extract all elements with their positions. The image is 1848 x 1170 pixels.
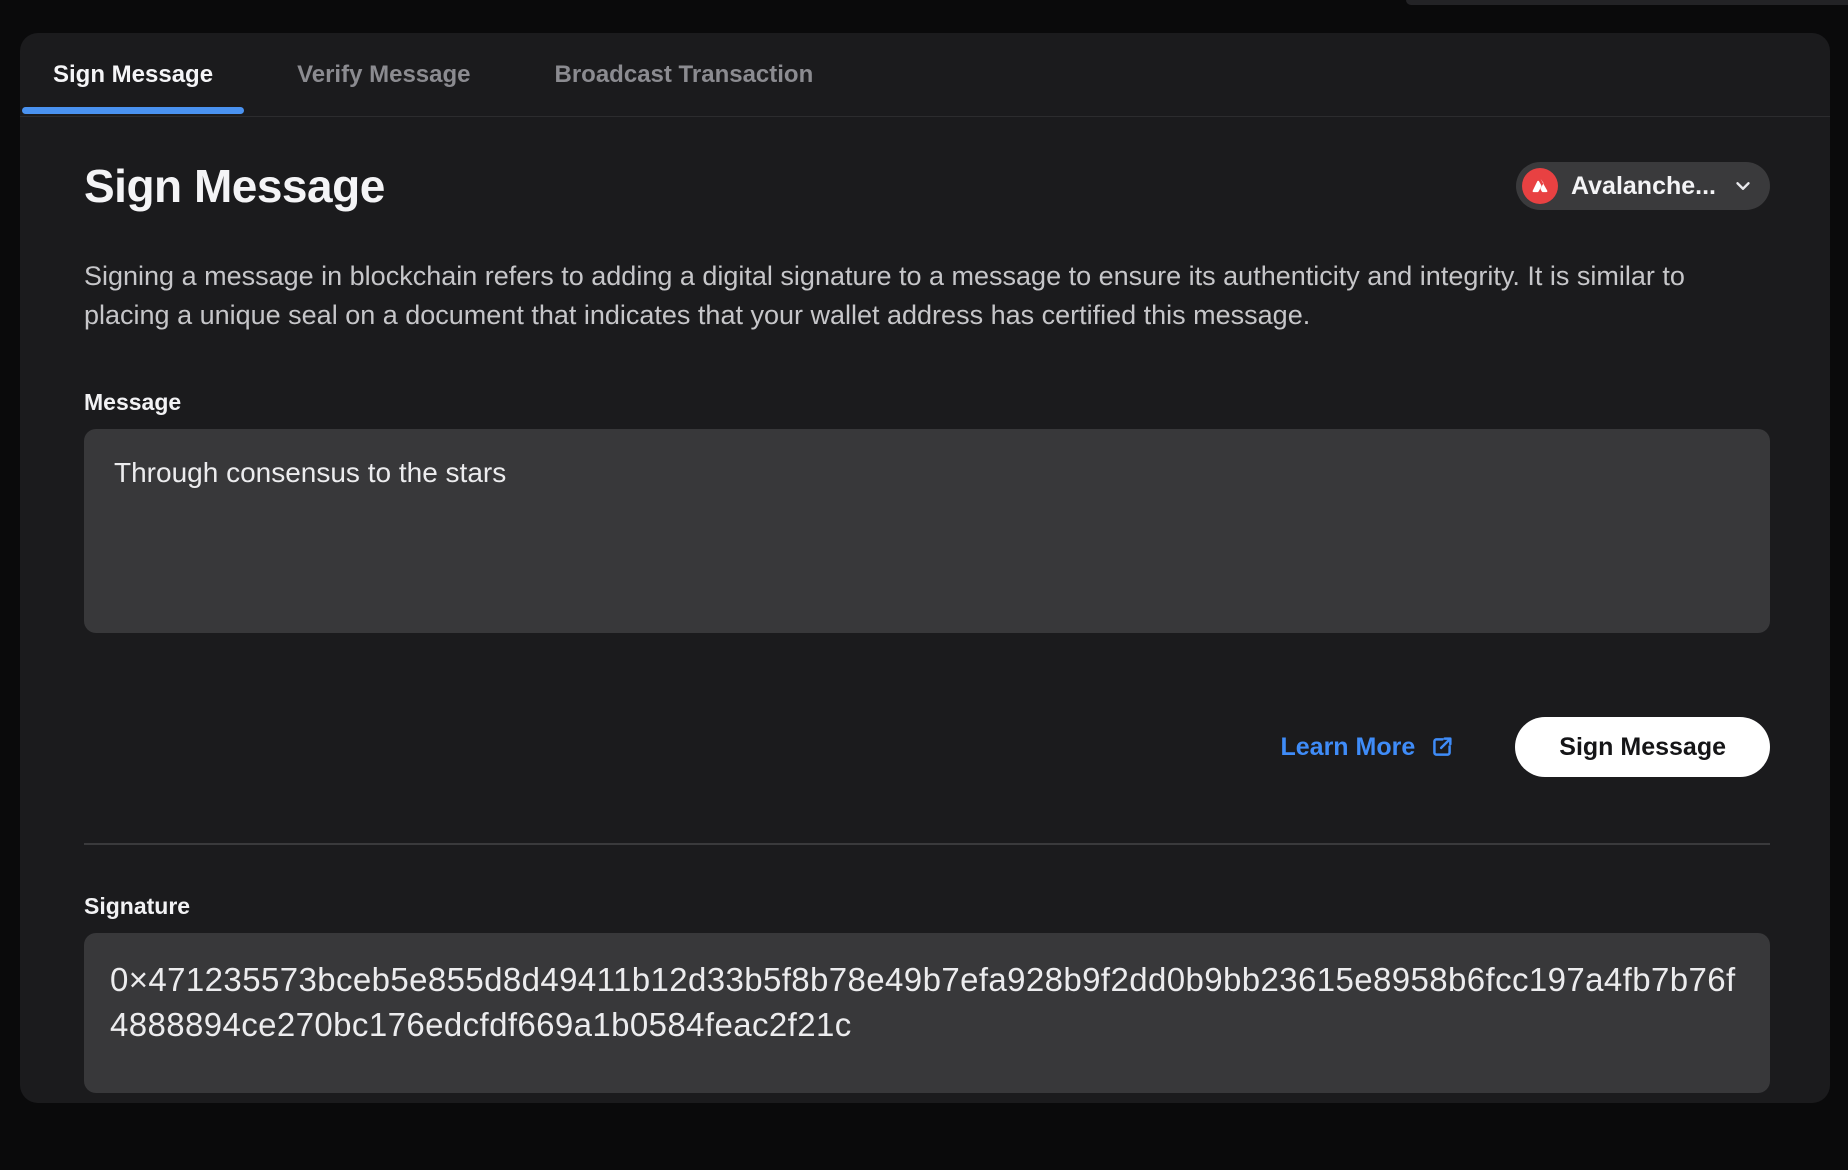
message-input[interactable]: Through consensus to the stars (84, 429, 1770, 633)
sign-message-card: Sign Message Verify Message Broadcast Tr… (20, 33, 1830, 1103)
background-window-edge (1406, 0, 1848, 5)
tabbar: Sign Message Verify Message Broadcast Tr… (20, 33, 1830, 117)
learn-more-link[interactable]: Learn More (1281, 733, 1456, 762)
avalanche-logo-icon (1522, 168, 1558, 204)
network-selector[interactable]: Avalanche... (1516, 162, 1770, 210)
tab-label: Broadcast Transaction (555, 61, 814, 89)
learn-more-label: Learn More (1281, 733, 1416, 762)
external-link-icon (1429, 734, 1455, 760)
tab-verify-message[interactable]: Verify Message (266, 33, 501, 116)
tab-broadcast-transaction[interactable]: Broadcast Transaction (524, 33, 845, 116)
tab-label: Verify Message (297, 61, 470, 89)
network-name: Avalanche... (1571, 172, 1716, 201)
active-tab-underline (22, 107, 244, 114)
description-text: Signing a message in blockchain refers t… (84, 257, 1770, 335)
tab-label: Sign Message (53, 61, 213, 89)
page-title: Sign Message (84, 159, 385, 213)
message-label: Message (84, 389, 1770, 416)
sign-message-button[interactable]: Sign Message (1515, 717, 1770, 777)
tab-sign-message[interactable]: Sign Message (22, 33, 244, 116)
signature-label: Signature (84, 893, 1770, 920)
divider (84, 843, 1770, 845)
signature-output[interactable]: 0×471235573bceb5e855d8d49411b12d33b5f8b7… (84, 933, 1770, 1093)
chevron-down-icon (1732, 175, 1754, 197)
